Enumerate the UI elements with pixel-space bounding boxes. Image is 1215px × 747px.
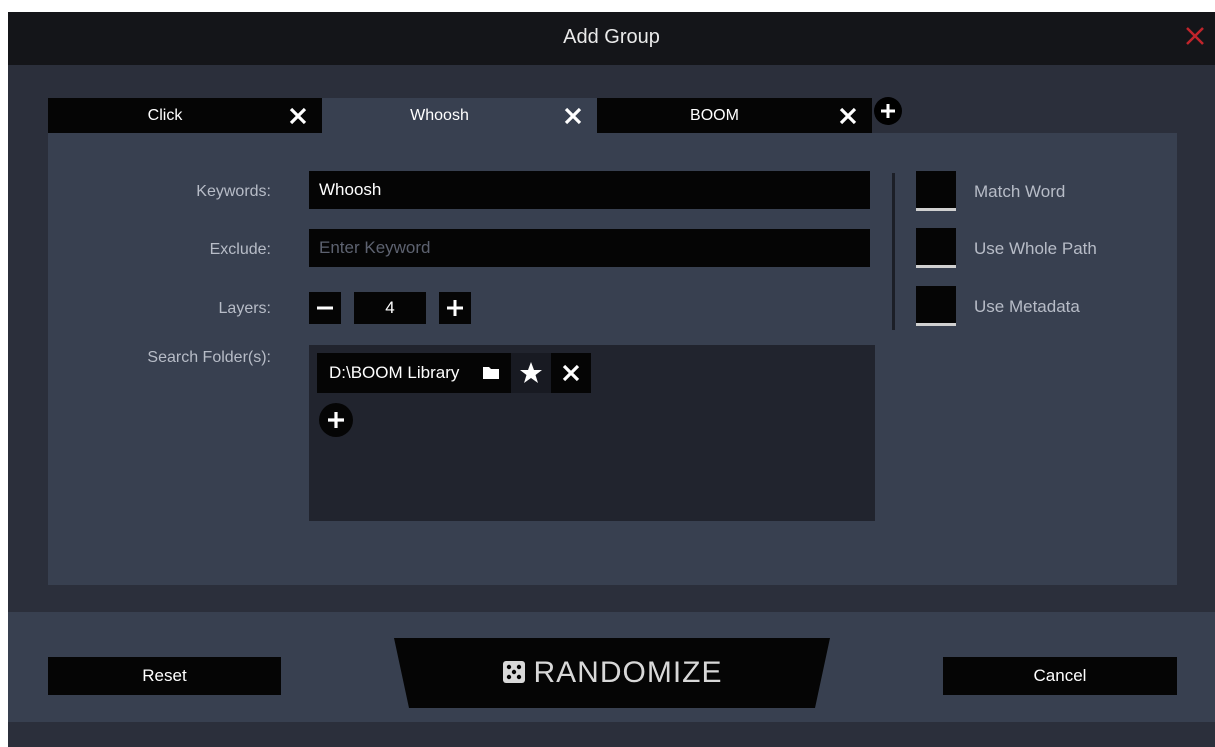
exclude-input[interactable]: [309, 229, 870, 267]
search-folders-label: Search Folder(s):: [147, 349, 271, 366]
dice-icon: [502, 661, 525, 683]
search-folders-list: D:\BOOM Library: [309, 345, 875, 521]
close-icon: [839, 107, 857, 125]
tab-close-button[interactable]: [563, 106, 583, 126]
use-metadata-checkbox[interactable]: [916, 286, 956, 326]
reset-button[interactable]: Reset: [48, 657, 281, 695]
layers-decrement-button[interactable]: [309, 292, 341, 324]
match-word-checkbox[interactable]: [916, 171, 956, 211]
keywords-label: Keywords:: [196, 183, 271, 200]
add-group-dialog: Add Group Click Whoosh BOOM Keywords: Wh…: [8, 12, 1215, 747]
randomize-content: RANDOMIZE: [394, 656, 830, 690]
layers-label: Layers:: [218, 300, 271, 317]
randomize-button[interactable]: RANDOMIZE: [394, 638, 830, 708]
tab-label: BOOM: [690, 107, 739, 124]
tab-whoosh[interactable]: Whoosh: [322, 98, 597, 133]
close-icon: [1186, 27, 1204, 45]
randomize-label: RANDOMIZE: [533, 656, 723, 689]
match-word-label: Match Word: [974, 182, 1066, 201]
add-folder-button[interactable]: [319, 403, 353, 437]
title-bar: Add Group: [8, 12, 1215, 65]
use-whole-path-label: Use Whole Path: [974, 239, 1097, 258]
dialog-title: Add Group: [563, 26, 660, 48]
tab-label: Click: [147, 107, 183, 124]
tab-boom[interactable]: BOOM: [597, 98, 872, 133]
folder-icon: [483, 367, 500, 379]
minus-icon: [317, 306, 333, 310]
close-icon: [564, 107, 582, 125]
tab-label: Whoosh: [410, 107, 469, 124]
browse-folder-button[interactable]: [471, 353, 512, 393]
tab-close-button[interactable]: [288, 106, 308, 126]
remove-folder-button[interactable]: [551, 353, 592, 393]
favorite-folder-button[interactable]: [511, 353, 552, 393]
window-close-button[interactable]: [1183, 24, 1207, 48]
tab-click[interactable]: Click: [48, 98, 322, 133]
layers-increment-button[interactable]: [439, 292, 471, 324]
options-divider: [892, 173, 895, 330]
exclude-label: Exclude:: [209, 241, 271, 258]
use-whole-path-checkbox[interactable]: [916, 228, 956, 268]
plus-icon: [328, 412, 344, 428]
close-icon: [289, 107, 307, 125]
use-metadata-label: Use Metadata: [974, 297, 1080, 316]
add-tab-button[interactable]: [874, 97, 902, 125]
star-icon: [520, 362, 543, 383]
dialog-footer: Reset RANDOMIZE Cancel: [8, 612, 1215, 747]
folder-path: D:\BOOM Library: [329, 363, 460, 382]
keywords-input[interactable]: [309, 171, 870, 209]
cancel-button[interactable]: Cancel: [943, 657, 1177, 695]
close-icon: [563, 364, 580, 382]
plus-icon: [447, 300, 463, 316]
layers-value[interactable]: 4: [354, 292, 426, 324]
tab-close-button[interactable]: [838, 106, 858, 126]
folder-item: D:\BOOM Library: [317, 353, 592, 393]
plus-icon: [881, 104, 895, 118]
